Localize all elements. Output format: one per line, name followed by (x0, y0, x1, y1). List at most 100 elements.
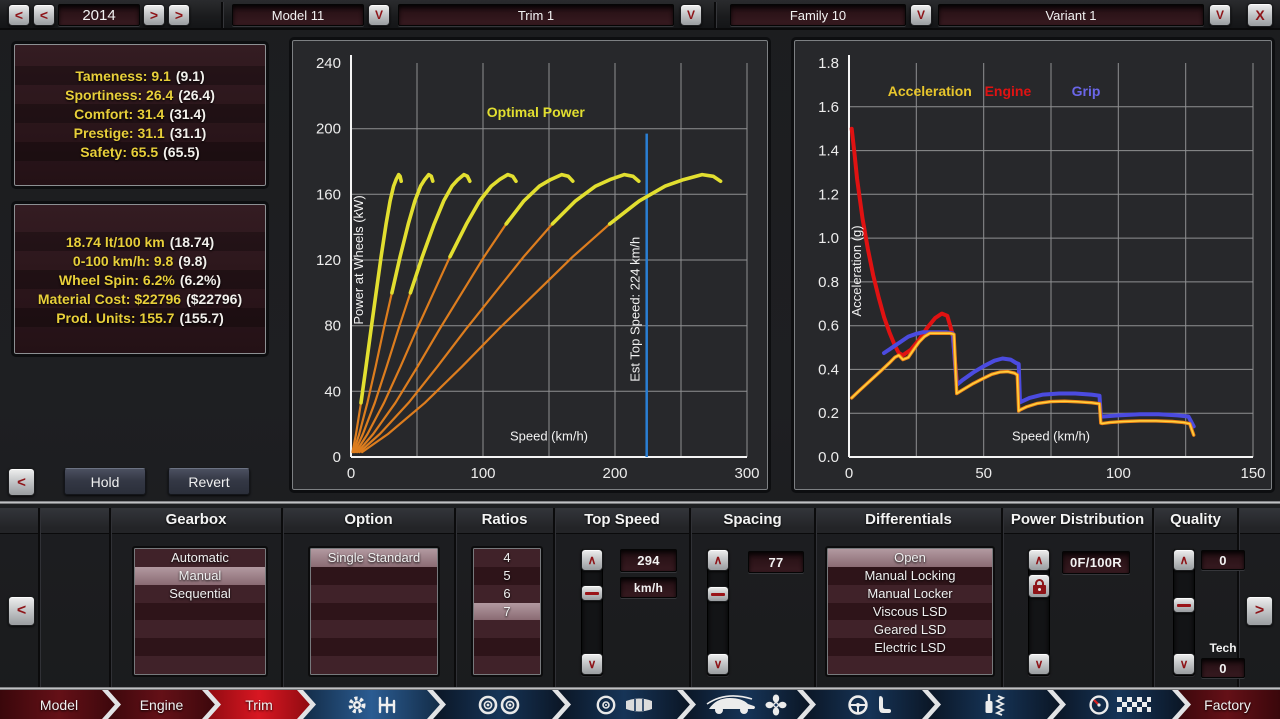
tab-car-body[interactable] (680, 690, 813, 719)
tab-gauge[interactable] (1050, 690, 1188, 719)
trim-dropdown-button[interactable]: V (680, 4, 702, 26)
list-option-sequential[interactable]: Sequential (135, 585, 265, 603)
quality-down-button[interactable]: ∨ (1173, 653, 1195, 675)
list-option-electric-lsd[interactable]: Electric LSD (828, 638, 992, 656)
power-distribution-lock-button[interactable] (1028, 574, 1050, 598)
svg-text:Power at Wheels (kW): Power at Wheels (kW) (351, 195, 366, 324)
list-option-4[interactable]: 4 (474, 549, 540, 567)
list-option-empty[interactable] (474, 638, 540, 656)
power-distribution-up-button[interactable]: ∧ (1028, 549, 1050, 571)
handle-grip-line (1177, 604, 1191, 607)
svg-text:100: 100 (470, 465, 495, 482)
tab-model[interactable]: Model (0, 690, 118, 719)
close-button[interactable]: X (1247, 3, 1273, 27)
tab-steering-wheel[interactable] (800, 690, 938, 719)
list-option-6[interactable]: 6 (474, 585, 540, 603)
list-option-empty[interactable] (135, 603, 265, 621)
list-option-manual-locking[interactable]: Manual Locking (828, 567, 992, 585)
top-bar: < < 2014 > > Model 11 V Trim 1 V Family … (0, 0, 1280, 30)
list-option-single-standard[interactable]: Single Standard (311, 549, 437, 567)
svg-text:0.2: 0.2 (818, 405, 839, 422)
svg-text:40: 40 (324, 383, 341, 400)
tab-suspension[interactable] (925, 690, 1063, 719)
spacing-slider-handle[interactable] (707, 586, 729, 602)
steering-wheel-icon (847, 694, 869, 716)
right-arrow-icon: > (1255, 602, 1264, 620)
list-option-empty[interactable] (474, 620, 540, 638)
list-option-empty[interactable] (135, 620, 265, 638)
list-option-empty[interactable] (311, 638, 437, 656)
top-speed-value: 294 (620, 549, 677, 572)
gear-ratios-list[interactable]: 4567 (473, 548, 541, 675)
svg-text:0.6: 0.6 (818, 318, 839, 335)
model-dropdown-button[interactable]: V (368, 4, 390, 26)
differentials-list[interactable]: OpenManual LockingManual LockerViscous L… (827, 548, 993, 675)
quality-slider-handle[interactable] (1173, 597, 1195, 613)
variant-dropdown[interactable]: Variant 1 (938, 4, 1204, 26)
list-option-empty[interactable] (311, 656, 437, 674)
controls-prev-button[interactable]: < (8, 596, 35, 626)
year-next-button[interactable]: > (143, 4, 165, 26)
svg-text:Speed (km/h): Speed (km/h) (510, 429, 588, 444)
tab-gearbox[interactable] (300, 690, 443, 719)
list-option-manual[interactable]: Manual (135, 567, 265, 585)
lock-icon (1033, 579, 1046, 594)
list-option-empty[interactable] (311, 585, 437, 603)
gearbox-type-list[interactable]: AutomaticManualSequential (134, 548, 266, 675)
divider (221, 2, 223, 28)
revert-button[interactable]: Revert (168, 468, 250, 495)
year-prev-fast-button[interactable]: < (8, 4, 30, 26)
tab-trim[interactable]: Trim (205, 690, 313, 719)
top-speed-slider-handle[interactable] (581, 585, 603, 601)
chevron-down-icon: ∨ (588, 657, 597, 671)
stat-row: Safety: 65.5(65.5) (15, 142, 265, 161)
list-option-viscous-lsd[interactable]: Viscous LSD (828, 603, 992, 621)
list-option-empty[interactable] (135, 656, 265, 674)
spacing-up-button[interactable]: ∧ (707, 549, 729, 571)
year-prev-button[interactable]: < (33, 4, 55, 26)
hold-button[interactable]: Hold (64, 468, 146, 495)
divider (814, 508, 816, 688)
gauge-icon (1088, 694, 1110, 716)
spacing-down-button[interactable]: ∨ (707, 653, 729, 675)
list-option-empty[interactable] (828, 656, 992, 674)
controls-next-button[interactable]: > (1246, 596, 1273, 626)
top-speed-down-button[interactable]: ∨ (581, 653, 603, 675)
list-option-empty[interactable] (311, 620, 437, 638)
list-option-empty[interactable] (474, 656, 540, 674)
quality-up-button[interactable]: ∧ (1173, 549, 1195, 571)
variant-dropdown-button[interactable]: V (1209, 4, 1231, 26)
list-option-open[interactable]: Open (828, 549, 992, 567)
list-option-empty[interactable] (135, 638, 265, 656)
top-speed-up-button[interactable]: ∧ (581, 549, 603, 571)
checkered-flag-icon (1117, 695, 1151, 715)
car-body-icon (706, 693, 758, 717)
list-option-geared-lsd[interactable]: Geared LSD (828, 620, 992, 638)
tab-wheels[interactable] (430, 690, 568, 719)
divider (714, 2, 716, 28)
list-option-empty[interactable] (311, 567, 437, 585)
list-option-manual-locker[interactable]: Manual Locker (828, 585, 992, 603)
list-option-automatic[interactable]: Automatic (135, 549, 265, 567)
tab-engine[interactable]: Engine (105, 690, 218, 719)
tab-brake-disc[interactable] (555, 690, 693, 719)
list-option-7[interactable]: 7 (474, 603, 540, 621)
divider (38, 508, 40, 688)
list-option-empty[interactable] (311, 603, 437, 621)
panel-back-button[interactable]: < (8, 468, 35, 496)
svg-text:1.0: 1.0 (818, 230, 839, 247)
model-dropdown[interactable]: Model 11 (232, 4, 364, 26)
svg-text:Est Top Speed: 224 km/h: Est Top Speed: 224 km/h (628, 237, 643, 382)
gearbox-option-list[interactable]: Single Standard (310, 548, 438, 675)
trim-dropdown[interactable]: Trim 1 (398, 4, 674, 26)
section-title-gearbox: Gearbox (110, 511, 282, 528)
family-dropdown[interactable]: Family 10 (730, 4, 906, 26)
shifter-icon (376, 695, 398, 715)
svg-text:Acceleration: Acceleration (888, 83, 972, 99)
family-dropdown-button[interactable]: V (910, 4, 932, 26)
year-next-fast-button[interactable]: > (168, 4, 190, 26)
svg-text:100: 100 (1106, 465, 1131, 482)
list-option-5[interactable]: 5 (474, 567, 540, 585)
section-title-differentials: Differentials (815, 511, 1002, 528)
power-distribution-down-button[interactable]: ∨ (1028, 653, 1050, 675)
